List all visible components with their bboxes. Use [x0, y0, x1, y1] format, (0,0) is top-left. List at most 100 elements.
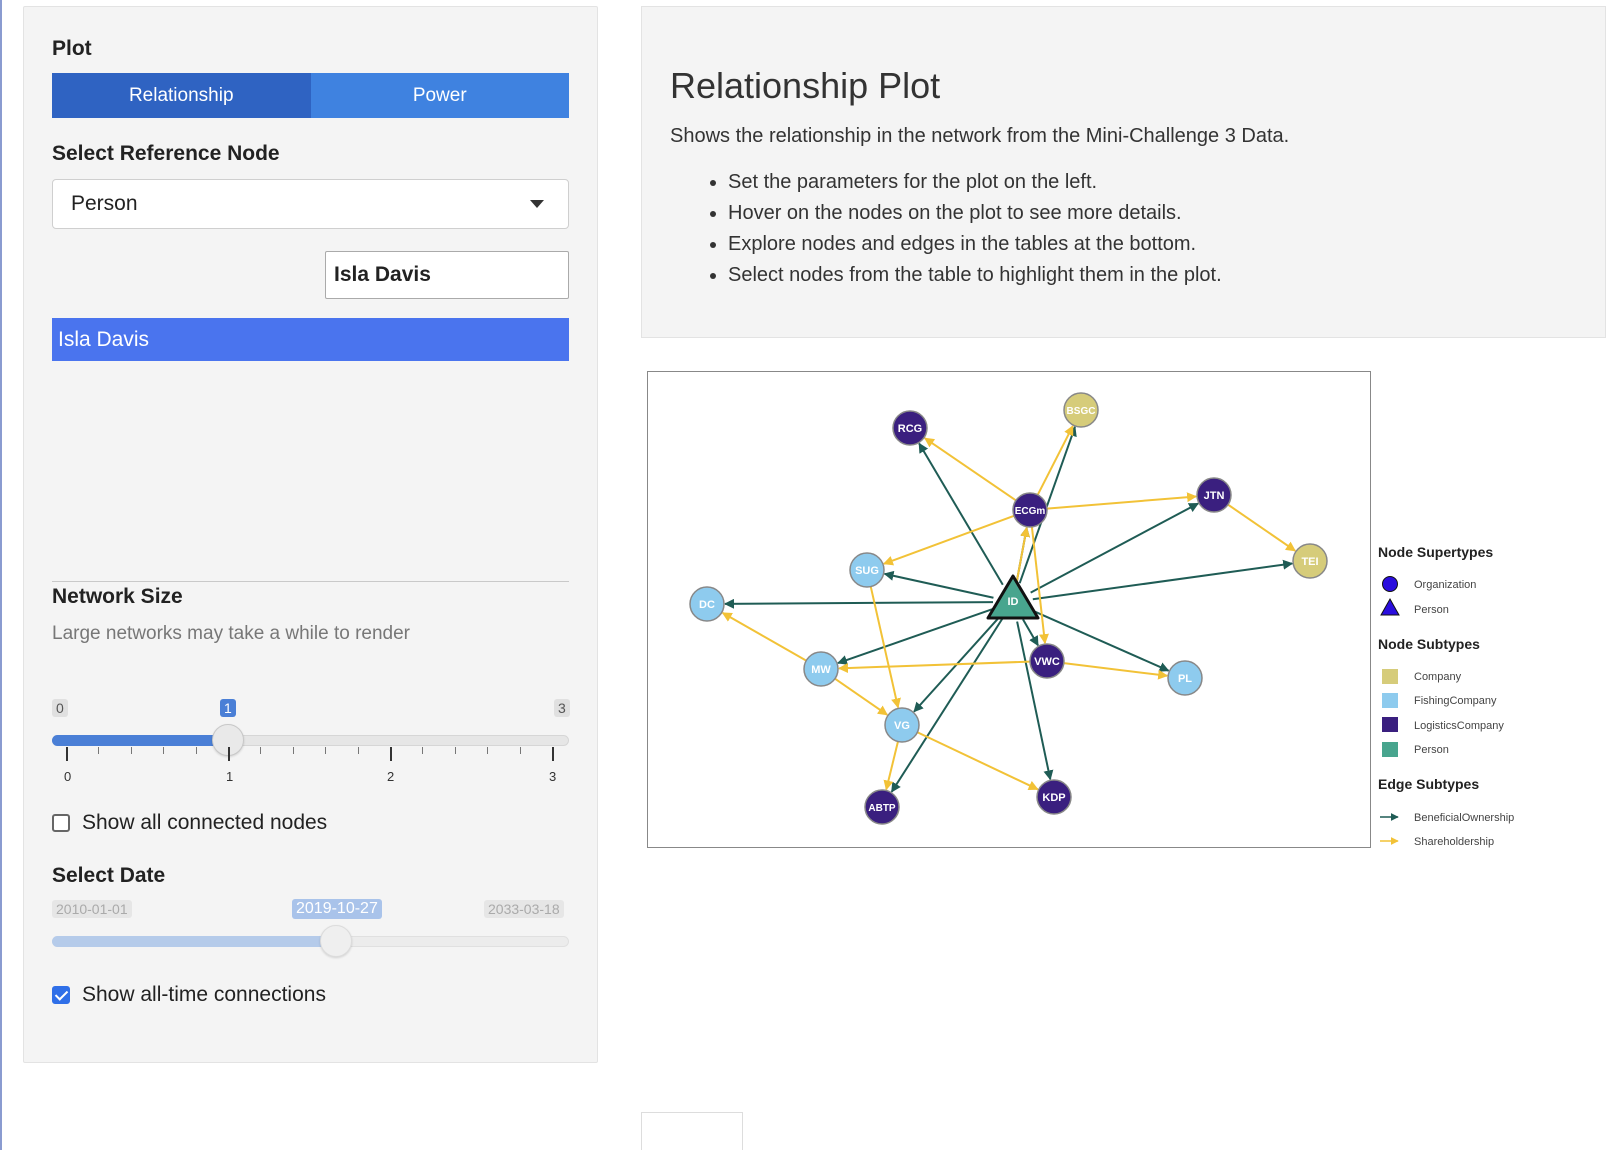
- legend-item: BeneficialOwnership: [1414, 812, 1514, 824]
- size-slider-ticks: [66, 747, 554, 765]
- show-all-connected-label: Show all connected nodes: [82, 811, 328, 834]
- node-search-input[interactable]: Isla Davis: [325, 251, 569, 299]
- node-rcg[interactable]: RCG: [892, 410, 928, 446]
- date-slider-min: 2010-01-01: [52, 900, 132, 918]
- page-title: Relationship Plot: [670, 65, 941, 106]
- node-tei[interactable]: TEI: [1292, 543, 1328, 579]
- edge-mw-dc: [721, 612, 807, 662]
- edge-id-rcg: [918, 442, 1004, 586]
- network-size-label: Network Size: [52, 585, 183, 608]
- show-all-time-label: Show all-time connections: [82, 983, 326, 1006]
- legend-item: Organization: [1414, 579, 1476, 591]
- reference-node-select[interactable]: Person: [52, 179, 569, 229]
- edge-sug-vg: [869, 586, 901, 709]
- edge-vg-abtp: [883, 741, 899, 791]
- tab-relationship[interactable]: Relationship: [52, 73, 311, 118]
- edge-vwc-pl: [1063, 662, 1169, 680]
- edge-ecgm-sug: [882, 514, 1015, 566]
- checkbox-unchecked-icon[interactable]: [52, 814, 70, 832]
- logistics-company-swatch: [1382, 717, 1398, 732]
- node-label: KDP: [1042, 792, 1065, 804]
- node-label: MW: [811, 664, 831, 676]
- slider-tick: [163, 747, 164, 754]
- node-dc[interactable]: DC: [689, 586, 725, 622]
- legend-item: Person: [1414, 744, 1449, 756]
- node-label: VG: [894, 720, 910, 732]
- tab-power[interactable]: Power: [310, 73, 569, 118]
- slider-tick: [358, 747, 359, 754]
- node-jtn[interactable]: JTN: [1196, 477, 1232, 513]
- network-plot[interactable]: ID RCG BSGC ECGm JTN TEI SUG DC MW VWC PL VG ABTP KDP: [647, 371, 1371, 848]
- edge-id-sug: [883, 570, 994, 599]
- show-all-time-checkbox[interactable]: Show all-time connections: [52, 983, 326, 1007]
- date-slider-max: 2033-03-18: [484, 900, 564, 918]
- legend-item: FishingCompany: [1414, 695, 1497, 707]
- node-list-item-selected[interactable]: Isla Davis: [52, 318, 569, 361]
- chevron-down-icon: [530, 200, 544, 208]
- node-sug[interactable]: SUG: [849, 552, 885, 588]
- slider-tick: [487, 747, 488, 754]
- edge-id-dc: [723, 598, 994, 609]
- plot-label: Plot: [52, 37, 92, 60]
- node-vg[interactable]: VG: [884, 707, 920, 743]
- node-abtp[interactable]: ABTP: [864, 789, 900, 825]
- sidebar-panel: Plot Relationship Power Select Reference…: [23, 6, 598, 1063]
- reference-node-value: Person: [71, 192, 138, 215]
- tick-label: 3: [549, 769, 557, 784]
- node-label: ECGm: [1015, 506, 1046, 517]
- list-item: Hover on the nodes on the plot to see mo…: [728, 202, 1222, 225]
- legend-item: Shareholdership: [1414, 836, 1494, 848]
- description-panel: Relationship Plot Shows the relationship…: [641, 6, 1606, 338]
- edge-ecgm-rcg: [924, 437, 1017, 502]
- node-label: PL: [1178, 673, 1192, 685]
- network-graph[interactable]: ID RCG BSGC ECGm JTN TEI SUG DC MW VWC PL VG ABTP KDP: [648, 372, 1370, 847]
- slider-tick: [325, 747, 326, 754]
- node-ecgm[interactable]: ECGm: [1012, 492, 1048, 528]
- page-description: Shows the relationship in the network fr…: [670, 125, 1290, 147]
- slider-tick: [390, 747, 392, 761]
- slider-tick: [293, 747, 294, 754]
- date-slider-value: 2019-10-27: [292, 899, 382, 919]
- date-slider-handle[interactable]: [320, 925, 352, 957]
- node-label: SUG: [855, 565, 879, 577]
- node-kdp[interactable]: KDP: [1036, 779, 1072, 815]
- slider-tick: [520, 747, 521, 754]
- person-swatch: [1382, 742, 1398, 757]
- node-label: ID: [1008, 596, 1019, 608]
- show-all-connected-checkbox[interactable]: Show all connected nodes: [52, 811, 327, 835]
- node-mw[interactable]: MW: [803, 651, 839, 687]
- node-pl[interactable]: PL: [1167, 660, 1203, 696]
- reference-node-label: Select Reference Node: [52, 142, 280, 165]
- edge-id-ecgm: [1015, 526, 1031, 583]
- legend-node-subtypes-title: Node Subtypes: [1378, 636, 1480, 652]
- slider-tick: [228, 747, 230, 761]
- node-label: RCG: [898, 423, 922, 435]
- slider-tick: [552, 747, 554, 761]
- legend-edge-subtypes-title: Edge Subtypes: [1378, 776, 1479, 792]
- slider-tick: [455, 747, 456, 754]
- date-slider-fill: [52, 936, 336, 947]
- list-item: Explore nodes and edges in the tables at…: [728, 233, 1222, 256]
- edge-vg-kdp: [916, 731, 1039, 791]
- window-edge: [0, 0, 2, 1150]
- legend-item: Company: [1414, 671, 1462, 683]
- edge-id-mw: [837, 607, 995, 665]
- slider-tick: [260, 747, 261, 754]
- edge-ecgm-jtn: [1046, 492, 1198, 510]
- tick-label: 2: [387, 769, 395, 784]
- person-legend-icon: [1380, 597, 1400, 616]
- slider-tick: [66, 747, 68, 761]
- graph-legend: Node Supertypes Organization Person Node…: [1378, 540, 1598, 860]
- list-item: Select nodes from the table to highlight…: [728, 264, 1222, 287]
- node-vwc[interactable]: VWC: [1029, 643, 1065, 679]
- node-bsgc[interactable]: BSGC: [1063, 392, 1099, 428]
- plot-type-toggle: Relationship Power: [52, 73, 569, 118]
- tick-label: 1: [226, 769, 234, 784]
- legend-item: Person: [1414, 604, 1449, 616]
- node-id[interactable]: ID: [986, 574, 1040, 620]
- instructions-list: Set the parameters for the plot on the l…: [728, 171, 1222, 295]
- select-date-label: Select Date: [52, 864, 166, 887]
- size-slider-value: 1: [220, 699, 236, 717]
- node-label: JTN: [1204, 490, 1225, 502]
- checkbox-checked-icon[interactable]: [52, 986, 70, 1004]
